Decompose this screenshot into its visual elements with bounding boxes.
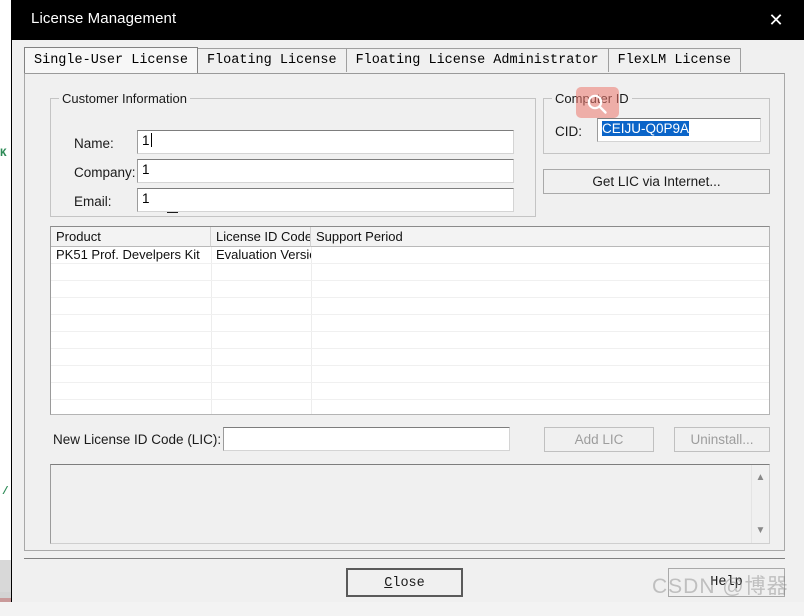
new-lic-label: New License ID Code (LIC): [53, 432, 222, 447]
add-lic-button[interactable]: Add LIC [544, 427, 654, 452]
table-row[interactable] [51, 366, 769, 383]
table-row[interactable]: PK51 Prof. Develpers Kit Evaluation Vers… [51, 247, 769, 264]
footer-divider [24, 558, 785, 559]
help-button[interactable]: Help [668, 568, 785, 597]
table-body: PK51 Prof. Develpers Kit Evaluation Vers… [51, 247, 769, 414]
table-cell-product: PK51 Prof. Develpers Kit [56, 247, 200, 262]
new-lic-input[interactable] [223, 427, 510, 451]
tab-panel-single-user-license: Customer Information Name: 1 Company: 1 … [24, 73, 785, 551]
tab-flexlm-license[interactable]: FlexLM License [607, 48, 742, 72]
table-row[interactable] [51, 383, 769, 400]
tab-floating-license-administrator[interactable]: Floating License Administrator [345, 48, 609, 72]
chevron-up-icon[interactable]: ▲ [752, 469, 769, 486]
table-row[interactable] [51, 298, 769, 315]
get-lic-via-internet-button[interactable]: Get LIC via Internet... [543, 169, 770, 194]
tab-single-user-license[interactable]: Single-User License [24, 47, 198, 73]
message-area[interactable]: ▲ ▼ [50, 464, 770, 544]
name-input[interactable]: 1 [137, 130, 514, 154]
license-management-window: License Management ✕ Single-User License… [11, 0, 804, 602]
tab-strip: Single-User License Floating License Flo… [24, 47, 742, 73]
chevron-down-icon[interactable]: ▼ [752, 522, 769, 539]
email-input[interactable]: 1 [137, 188, 514, 212]
license-table[interactable]: Product License ID Code... Support Perio… [50, 226, 770, 415]
company-input[interactable]: 1 [137, 159, 514, 183]
text-caret [150, 133, 152, 147]
background-footer [0, 602, 804, 616]
company-label: Company: [74, 165, 136, 180]
tab-floating-license[interactable]: Floating License [196, 48, 347, 72]
uninstall-button[interactable]: Uninstall... [674, 427, 770, 452]
table-row[interactable] [51, 400, 769, 414]
computer-id-title: Computer ID [552, 91, 632, 106]
window-title: License Management [31, 10, 177, 27]
screen: K / License Management ✕ Single-User Lic… [0, 0, 804, 616]
table-row[interactable] [51, 264, 769, 281]
name-label: Name: [74, 136, 114, 151]
title-bar: License Management ✕ [12, 0, 804, 40]
cid-label: CID: [555, 124, 582, 139]
table-cell-support-period [311, 247, 769, 263]
dialog-client-area: Single-User License Floating License Flo… [12, 40, 804, 602]
table-header-license-id-code[interactable]: License ID Code... [211, 227, 311, 247]
table-row[interactable] [51, 332, 769, 349]
background-code-fragment: / [2, 486, 9, 498]
email-label: Email: [74, 194, 112, 209]
table-row[interactable] [51, 315, 769, 332]
message-scrollbar[interactable]: ▲ ▼ [751, 465, 769, 543]
customer-information-title: Customer Information [59, 91, 190, 106]
table-header-support-period[interactable]: Support Period [311, 227, 769, 247]
cid-value: CEIJU-Q0P9A [602, 121, 690, 136]
background-code-fragment: K [0, 148, 7, 160]
table-header-row: Product License ID Code... Support Perio… [51, 227, 769, 247]
table-header-product[interactable]: Product [51, 227, 211, 247]
cid-input[interactable]: CEIJU-Q0P9A [597, 118, 761, 142]
close-label: lose [392, 576, 425, 591]
table-row[interactable] [51, 349, 769, 366]
table-row[interactable] [51, 281, 769, 298]
table-cell-license-id-code: Evaluation Version [216, 247, 311, 262]
close-button[interactable]: Close [346, 568, 463, 597]
close-icon[interactable]: ✕ [747, 0, 804, 40]
